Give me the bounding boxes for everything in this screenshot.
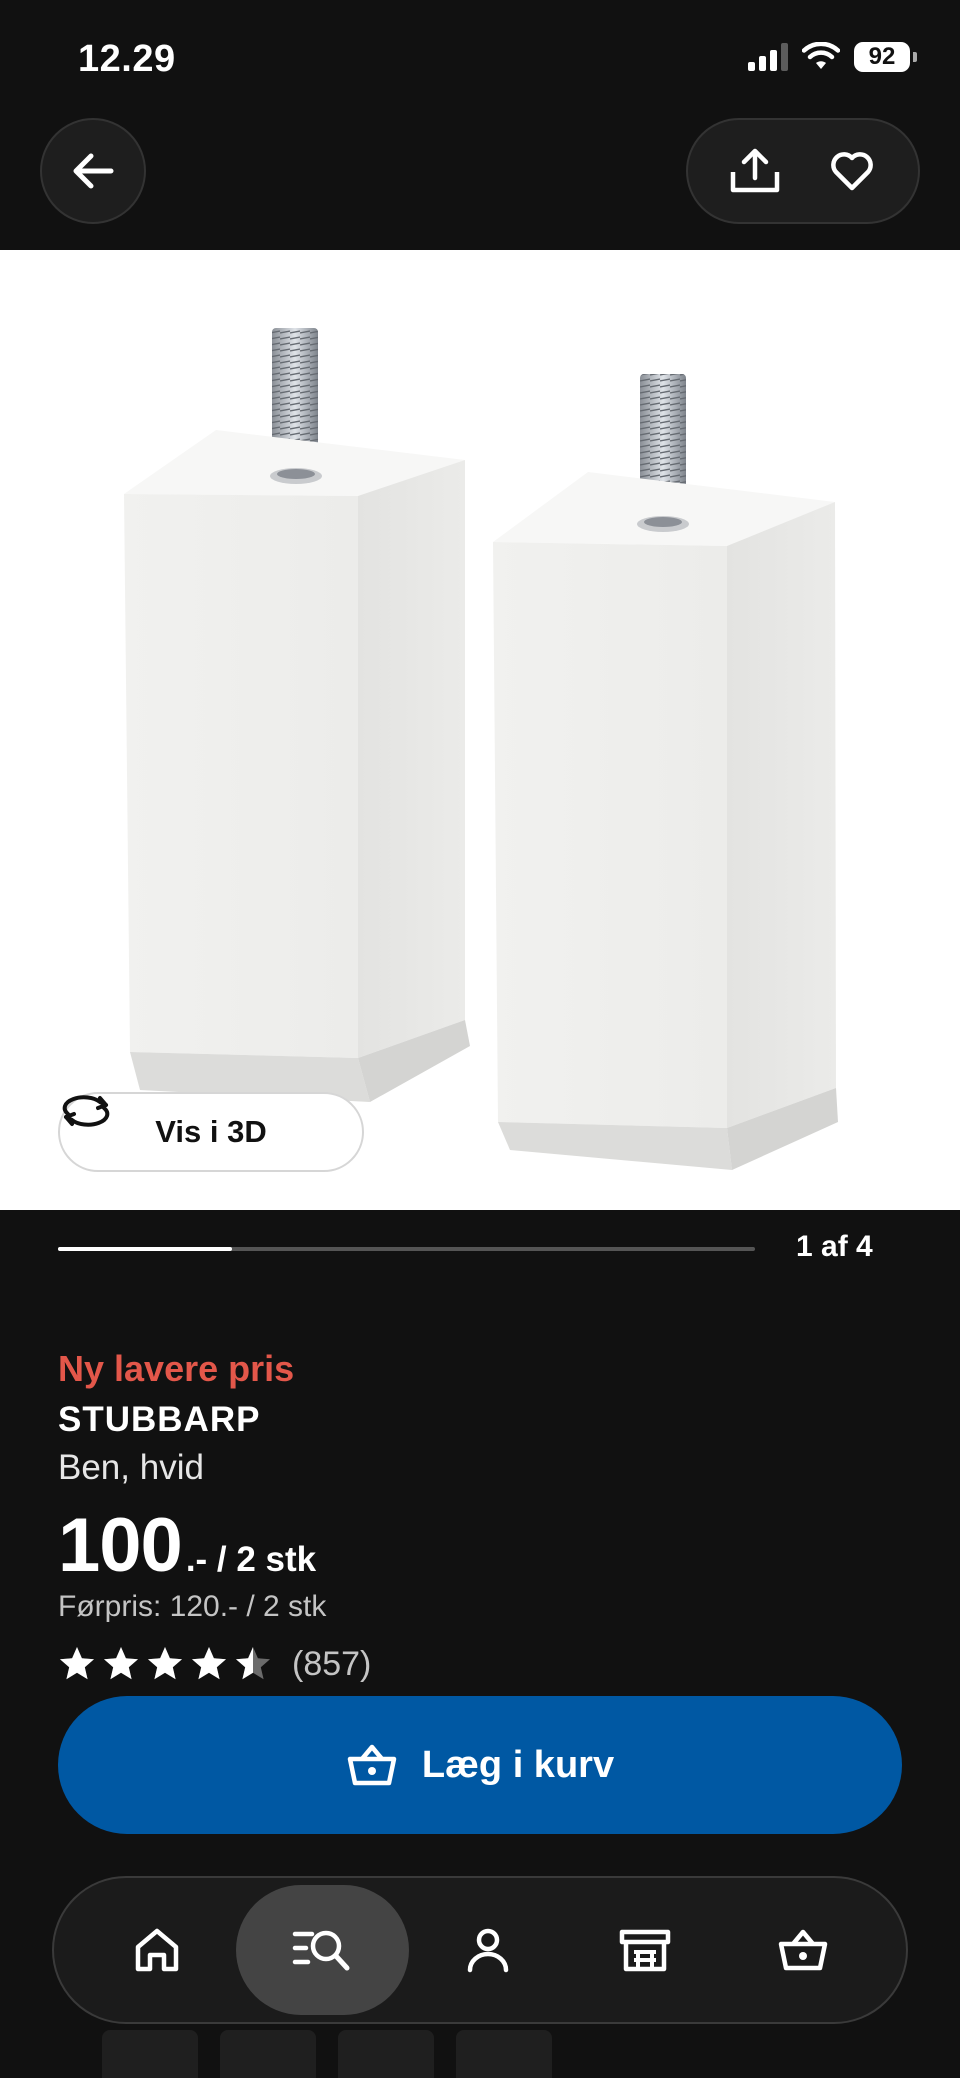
star-icon <box>104 1647 138 1680</box>
gallery-progress-fill <box>58 1247 233 1251</box>
color-swatches <box>102 2030 552 2078</box>
wifi-icon <box>802 42 840 69</box>
person-icon <box>467 1928 508 1973</box>
star-icon <box>236 1647 270 1680</box>
basket-icon <box>347 1744 397 1786</box>
price: 100 .- / 2 stk <box>58 1502 918 1588</box>
gallery-counter: 1 af 4 <box>796 1230 873 1263</box>
nav-basket[interactable] <box>724 1885 882 2015</box>
status-bar: 12.29 92 <box>0 0 960 110</box>
search-list-icon <box>293 1930 350 1971</box>
back-button[interactable] <box>40 118 146 224</box>
product-name[interactable]: STUBBARP <box>58 1400 918 1448</box>
previous-price: Førpris: 120.- / 2 stk <box>58 1590 327 1623</box>
add-to-cart-label: Læg i kurv <box>421 1743 615 1786</box>
nav-home[interactable] <box>78 1885 236 2015</box>
color-swatch[interactable] <box>220 2030 316 2078</box>
basket-icon <box>778 1929 828 1971</box>
nav-store[interactable] <box>567 1885 725 2015</box>
star-icon <box>60 1647 94 1680</box>
bottom-navigation <box>52 1876 908 2024</box>
status-indicators: 92 <box>748 42 917 72</box>
arrow-left-icon <box>73 153 114 189</box>
view-3d-button[interactable]: Vis i 3D <box>58 1092 364 1172</box>
star-icon <box>148 1647 182 1680</box>
star-icon <box>192 1647 226 1680</box>
rating-stars <box>58 1645 272 1683</box>
action-group <box>686 118 920 224</box>
product-description: Ben, hvid <box>58 1448 204 1487</box>
nav-profile[interactable] <box>409 1885 567 2015</box>
top-bar <box>0 110 960 250</box>
gallery-progress-track <box>58 1247 755 1251</box>
color-swatch[interactable] <box>338 2030 434 2078</box>
signal-icon <box>748 43 788 71</box>
color-swatch[interactable] <box>102 2030 198 2078</box>
share-button[interactable] <box>720 136 790 206</box>
view-3d-label: Vis i 3D <box>155 1114 267 1149</box>
price-value: 100 <box>58 1503 183 1588</box>
rotate-3d-icon <box>62 1095 110 1127</box>
product-image[interactable]: Vis i 3D <box>0 250 960 1210</box>
share-icon <box>730 148 779 193</box>
status-time: 12.29 <box>78 38 176 80</box>
promo-label: Ny lavere pris <box>58 1348 295 1389</box>
product-info: Ny lavere pris STUBBARP Ben, hvid 100 .-… <box>58 1348 918 1688</box>
store-icon <box>620 1929 671 1972</box>
rating[interactable]: (857) <box>58 1640 918 1688</box>
add-to-cart-button[interactable]: Læg i kurv <box>58 1696 902 1834</box>
product-photo-illustration <box>124 328 838 1170</box>
battery-indicator: 92 <box>854 42 917 72</box>
nav-search[interactable] <box>235 1885 409 2015</box>
favorite-button[interactable] <box>817 136 887 206</box>
review-count[interactable]: (857) <box>292 1645 371 1684</box>
home-icon <box>135 1928 179 1972</box>
heart-icon <box>830 152 873 191</box>
gallery-progress: 1 af 4 <box>58 1230 960 1270</box>
color-swatch[interactable] <box>456 2030 552 2078</box>
price-unit: .- / 2 stk <box>185 1540 317 1579</box>
